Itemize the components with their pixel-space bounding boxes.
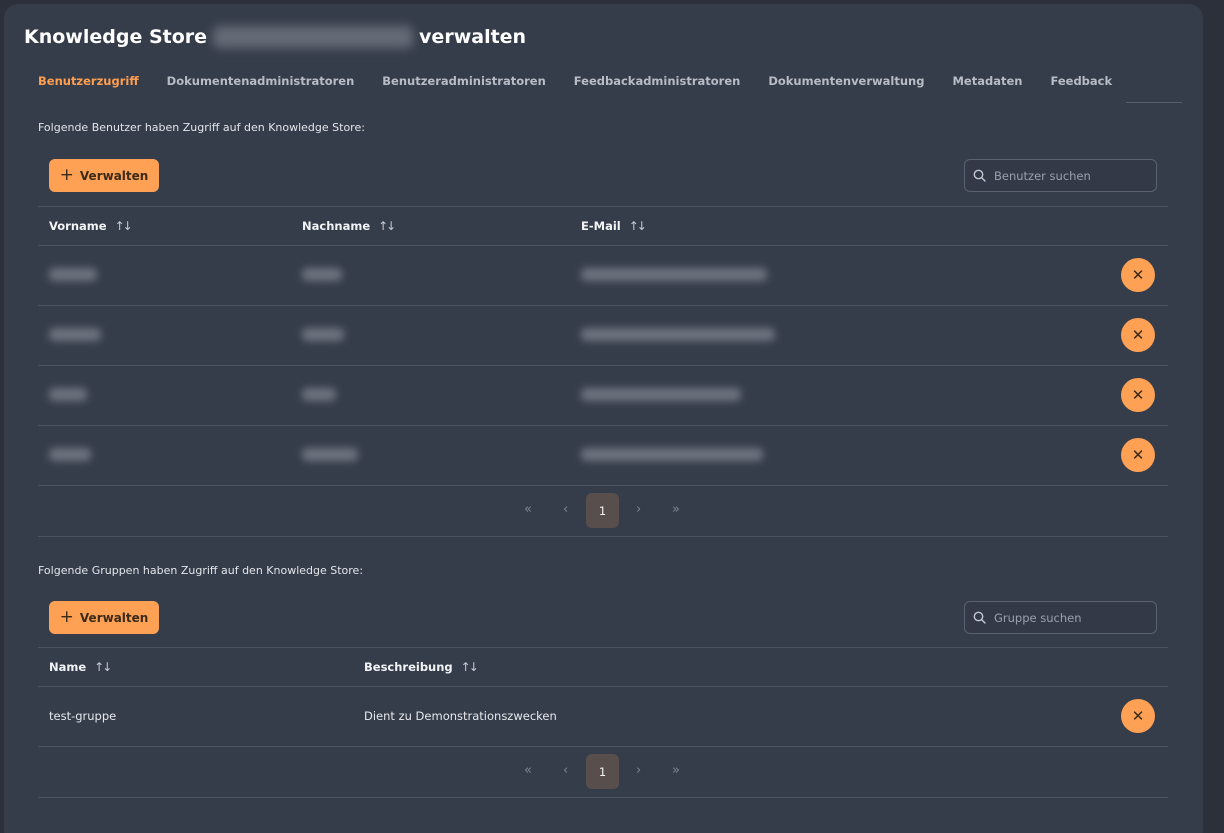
plus-icon: + — [59, 607, 74, 627]
sort-icon: ↑↓ — [114, 219, 133, 233]
close-icon: ✕ — [1131, 386, 1145, 404]
tab-feedbackadministratoren[interactable]: Feedbackadministratoren — [560, 72, 755, 103]
redacted-last-name — [302, 388, 336, 401]
column-label: E-Mail — [581, 219, 621, 233]
table-row: ✕ — [38, 366, 1168, 426]
users-table: Vorname ↑↓ Nachname ↑↓ E-Mail ↑↓ ✕ ✕ ✕ ✕… — [38, 206, 1168, 537]
sort-icon: ↑↓ — [460, 660, 479, 674]
close-icon: ✕ — [1131, 266, 1145, 284]
users-table-header: Vorname ↑↓ Nachname ↑↓ E-Mail ↑↓ — [38, 206, 1168, 246]
remove-user-button[interactable]: ✕ — [1121, 378, 1155, 412]
column-label: Beschreibung — [364, 660, 453, 674]
redacted-email — [581, 448, 763, 461]
column-label: Name — [49, 660, 87, 674]
tab-benutzeradministratoren[interactable]: Benutzeradministratoren — [368, 72, 559, 103]
prev-page-button[interactable]: ‹ — [563, 763, 568, 778]
last-page-button[interactable]: » — [672, 502, 680, 517]
redacted-email — [581, 268, 767, 281]
table-row: ✕ — [38, 426, 1168, 486]
groups-pagination: « ‹ 1 › » — [38, 747, 1168, 798]
title-prefix: Knowledge Store — [24, 26, 208, 48]
manage-users-button[interactable]: + Verwalten — [49, 159, 159, 192]
tab-feedback[interactable]: Feedback — [1036, 72, 1126, 103]
table-row: test-gruppe Dient zu Demonstrationszweck… — [38, 687, 1168, 747]
redacted-first-name — [49, 448, 91, 461]
column-header-name[interactable]: Name ↑↓ — [49, 660, 112, 674]
next-page-button[interactable]: › — [636, 502, 641, 517]
tab-metadaten[interactable]: Metadaten — [938, 72, 1036, 103]
column-header-beschreibung[interactable]: Beschreibung ↑↓ — [364, 660, 479, 674]
close-icon: ✕ — [1131, 326, 1145, 344]
tab-underline — [1126, 72, 1182, 103]
sort-icon: ↑↓ — [378, 219, 396, 233]
manage-groups-label: Verwalten — [79, 610, 149, 625]
redacted-last-name — [302, 448, 358, 461]
tab-dokumentenverwaltung[interactable]: Dokumentenverwaltung — [754, 72, 938, 103]
redacted-store-name — [213, 26, 414, 48]
tab-dokumentenadministratoren[interactable]: Dokumentenadministratoren — [153, 72, 369, 103]
group-name-cell: test-gruppe — [49, 709, 117, 723]
groups-intro-text: Folgende Gruppen haben Zugriff auf den K… — [38, 564, 364, 577]
sort-icon: ↑↓ — [628, 219, 647, 233]
groups-table-header: Name ↑↓ Beschreibung ↑↓ — [38, 647, 1168, 687]
column-label: Nachname — [302, 219, 371, 233]
sort-icon: ↑↓ — [94, 660, 112, 674]
groups-table: Name ↑↓ Beschreibung ↑↓ test-gruppe Dien… — [38, 647, 1168, 798]
close-icon: ✕ — [1131, 707, 1145, 725]
tab-bar: Benutzerzugriff Dokumentenadministratore… — [24, 72, 1182, 103]
prev-page-button[interactable]: ‹ — [563, 502, 568, 517]
last-page-button[interactable]: » — [672, 763, 680, 778]
plus-icon: + — [59, 165, 74, 185]
user-search-input[interactable] — [994, 168, 1144, 183]
redacted-email — [581, 328, 775, 341]
redacted-last-name — [302, 268, 342, 281]
redacted-last-name — [302, 328, 344, 341]
column-label: Vorname — [49, 219, 107, 233]
page-number-button[interactable]: 1 — [586, 754, 619, 789]
group-description-cell: Dient zu Demonstrationszwecken — [364, 709, 557, 723]
main-panel: Knowledge Store verwalten Benutzerzugrif… — [4, 4, 1203, 833]
tab-benutzerzugriff[interactable]: Benutzerzugriff — [24, 72, 153, 103]
column-header-email[interactable]: E-Mail ↑↓ — [581, 219, 647, 233]
page-number-button[interactable]: 1 — [586, 493, 619, 528]
close-icon: ✕ — [1131, 446, 1145, 464]
remove-user-button[interactable]: ✕ — [1121, 318, 1155, 352]
remove-user-button[interactable]: ✕ — [1121, 258, 1155, 292]
redacted-email — [581, 388, 741, 401]
first-page-button[interactable]: « — [524, 502, 532, 517]
search-icon — [973, 611, 986, 624]
remove-group-button[interactable]: ✕ — [1121, 699, 1155, 733]
redacted-first-name — [49, 328, 101, 341]
column-header-vorname[interactable]: Vorname ↑↓ — [49, 219, 133, 233]
table-row: ✕ — [38, 306, 1168, 366]
remove-user-button[interactable]: ✕ — [1121, 438, 1155, 472]
table-row: ✕ — [38, 246, 1168, 306]
manage-users-label: Verwalten — [79, 168, 149, 183]
manage-groups-button[interactable]: + Verwalten — [49, 601, 159, 634]
group-search-field[interactable] — [964, 601, 1157, 634]
column-header-nachname[interactable]: Nachname ↑↓ — [302, 219, 396, 233]
users-intro-text: Folgende Benutzer haben Zugriff auf den … — [38, 121, 365, 134]
users-pagination: « ‹ 1 › » — [38, 486, 1168, 537]
redacted-first-name — [49, 268, 97, 281]
group-search-input[interactable] — [994, 610, 1144, 625]
next-page-button[interactable]: › — [636, 763, 641, 778]
user-search-field[interactable] — [964, 159, 1157, 192]
first-page-button[interactable]: « — [524, 763, 532, 778]
title-suffix: verwalten — [419, 26, 527, 48]
search-icon — [973, 169, 986, 182]
page-title: Knowledge Store verwalten — [24, 26, 526, 48]
redacted-first-name — [49, 388, 87, 401]
